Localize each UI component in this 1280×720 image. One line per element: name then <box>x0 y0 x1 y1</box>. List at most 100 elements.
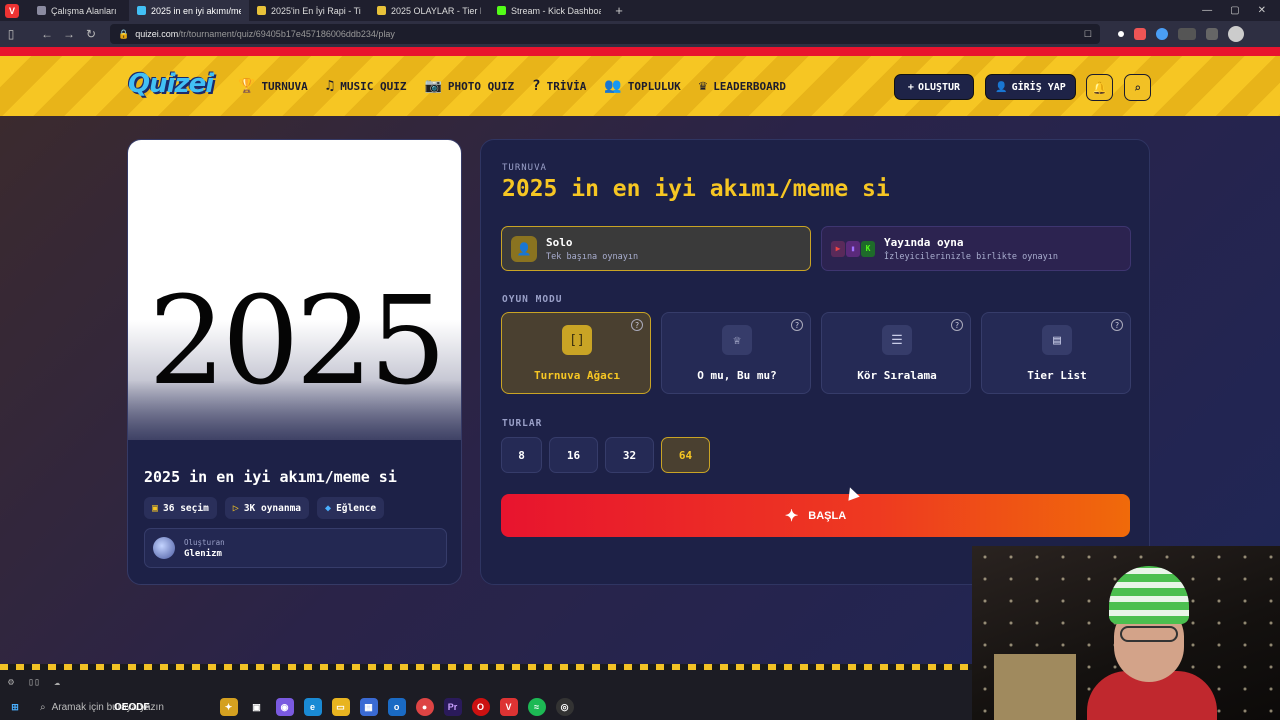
search-icon[interactable]: ⌕ <box>1124 74 1151 101</box>
panel-title: 2025 in en iyi akımı/meme si <box>502 176 890 202</box>
streamer-overlay-text: OEODF <box>114 701 150 713</box>
browser-statusbar: ⚙ ▯▯ ☁ <box>0 670 972 694</box>
nav-item-label: TURNUVA <box>261 79 308 93</box>
start-button[interactable]: ✦ BAŞLA <box>501 494 1130 537</box>
reload-icon[interactable]: ↻ <box>80 27 102 41</box>
opera-icon[interactable]: O <box>471 698 490 716</box>
chrome-icon[interactable]: ● <box>415 698 434 716</box>
windows-start-icon[interactable]: ⊞ <box>6 698 24 716</box>
create-button[interactable]: + OLUŞTUR <box>894 74 974 100</box>
back-icon[interactable]: ← <box>36 27 58 41</box>
browser-tab[interactable]: Stream - Kick Dashboard <box>489 0 609 21</box>
help-icon[interactable]: ? <box>631 319 643 331</box>
tab-label: 2025 in en iyi akımı/meme <box>151 5 241 16</box>
profile-avatar[interactable] <box>1228 26 1244 42</box>
outlook-icon[interactable]: o <box>387 698 406 716</box>
nav-item-photo-quiz[interactable]: 📷 PHOTO QUIZ <box>424 78 514 94</box>
help-icon[interactable]: ? <box>1111 319 1123 331</box>
game-mode-label: O mu, Bu mu? <box>697 369 777 382</box>
nav-item-tri̇vi̇a[interactable]: ? TRİVİA <box>532 78 586 94</box>
vivaldi-logo-icon[interactable]: V <box>5 3 19 18</box>
round-option[interactable]: 8 <box>501 437 542 473</box>
panel-icon[interactable]: ▯▯ <box>28 677 40 688</box>
game-mode-label: Turnuva Ağacı <box>533 369 621 382</box>
login-button[interactable]: 👤 GİRİŞ YAP <box>985 74 1076 100</box>
play-option-sub: İzleyicilerinizle birlikte oynayın <box>884 251 1058 262</box>
maximize-icon[interactable]: ▢ <box>1230 5 1239 16</box>
tab-label: 2025'in En İyi Rapi - Tier Li <box>271 5 361 16</box>
cloud-icon[interactable]: ☁ <box>54 677 60 688</box>
tab-label: 2025 OLAYLAR - Tier List | <box>391 5 481 16</box>
extension-icon[interactable] <box>1134 28 1146 40</box>
forward-icon[interactable]: → <box>58 27 80 41</box>
login-label: GİRİŞ YAP <box>1011 81 1066 93</box>
edge-icon[interactable]: e <box>303 698 322 716</box>
url-host: quizei.com <box>135 29 179 39</box>
close-icon[interactable]: ✕ <box>1258 5 1266 16</box>
extension-icon[interactable] <box>1156 28 1168 40</box>
crown-icon: ♕ <box>722 325 752 355</box>
extension-icon[interactable] <box>1206 28 1218 40</box>
browser-tab[interactable]: 2025'in En İyi Rapi - Tier Li <box>249 0 369 21</box>
vpn-icon[interactable] <box>1178 28 1196 40</box>
nav-item-label: MUSIC QUIZ <box>340 79 407 93</box>
creator-name: Glenizm <box>184 548 222 559</box>
premiere-icon[interactable]: Pr <box>443 698 462 716</box>
url-field[interactable]: 🔒 quizei.com/tr/tournament/quiz/69405b17… <box>110 24 1100 44</box>
nav-item-music-quiz[interactable]: ♫ MUSIC QUIZ <box>326 78 407 94</box>
stat-chip-label: Eğlence <box>336 502 377 514</box>
users-icon: 👥 <box>604 78 622 94</box>
spotify-icon[interactable]: ≈ <box>527 698 546 716</box>
game-mode-option[interactable]: ? ▤ Tier List <box>981 312 1131 394</box>
sidebar-toggle-icon[interactable]: ▯ <box>0 27 22 41</box>
copilot-app-icon[interactable]: ◉ <box>275 698 294 716</box>
extension-icon[interactable] <box>1118 31 1124 37</box>
play-option-solo[interactable]: 👤 Solo Tek başına oynayın <box>501 226 811 271</box>
browser-tab[interactable]: 2025 in en iyi akımı/meme <box>129 0 249 21</box>
game-mode-option[interactable]: ? [] Turnuva Ağacı <box>501 312 651 394</box>
start-label: BAŞLA <box>808 509 847 522</box>
game-mode-option[interactable]: ? ☰ Kör Sıralama <box>821 312 971 394</box>
notification-bell-icon[interactable]: 🔔 <box>1086 74 1113 101</box>
round-option[interactable]: 32 <box>605 437 654 473</box>
quiz-title: 2025 in en iyi akımı/meme si <box>144 468 397 486</box>
settings-icon[interactable]: ⚙ <box>8 677 14 688</box>
copilot-icon[interactable]: ✦ <box>219 698 238 716</box>
site-logo[interactable]: Quizei <box>128 69 214 99</box>
task-view-icon[interactable]: ▣ <box>248 698 266 716</box>
user-icon: 👤 <box>511 235 537 262</box>
round-option[interactable]: 64 <box>661 437 710 473</box>
question-icon: ? <box>532 78 541 94</box>
new-tab-button[interactable]: + <box>609 3 629 18</box>
os-taskbar: ⚙ ▯▯ ☁ ⊞ ⌕ Aramak için buraya yazın OEOD… <box>0 670 972 720</box>
obs-icon[interactable]: ◎ <box>555 698 574 716</box>
tab-favicon-icon <box>377 6 386 15</box>
help-icon[interactable]: ? <box>791 319 803 331</box>
play-option-name: Solo <box>546 235 573 249</box>
nav-item-topluluk[interactable]: 👥 TOPLULUK <box>604 78 680 94</box>
nav-item-label: TOPLULUK <box>627 79 681 93</box>
rounds-section-label: TURLAR <box>502 418 543 429</box>
game-mode-label: Kör Sıralama <box>857 369 937 382</box>
tab-label: Çalışma Alanları <box>51 5 117 16</box>
browser-tab[interactable]: 2025 OLAYLAR - Tier List | <box>369 0 489 21</box>
vivaldi-icon[interactable]: V <box>499 698 518 716</box>
play-option-stream[interactable]: ▶ ▮ K Yayında oyna İzleyicilerinizle bir… <box>821 226 1131 271</box>
help-icon[interactable]: ? <box>951 319 963 331</box>
game-mode-option[interactable]: ? ♕ O mu, Bu mu? <box>661 312 811 394</box>
tierlist-icon: ▤ <box>1042 325 1072 355</box>
round-option[interactable]: 16 <box>549 437 598 473</box>
minimize-icon[interactable]: — <box>1202 5 1212 16</box>
nav-item-leaderboard[interactable]: ♛ LEADERBOARD <box>699 78 786 94</box>
store-icon[interactable]: ▦ <box>359 698 378 716</box>
explorer-icon[interactable]: ▭ <box>331 698 350 716</box>
stat-chip-label: 36 seçim <box>163 502 209 514</box>
browser-tab[interactable]: Çalışma Alanları <box>29 0 129 21</box>
quiz-stats: ▣ 36 seçim ▷ 3K oynanma ◆ Eğlence <box>144 497 385 519</box>
quiz-card: 2025 2025 in en iyi akımı/meme si ▣ 36 se… <box>127 139 462 585</box>
game-mode-label: Tier List <box>1027 369 1087 382</box>
bookmark-icon[interactable]: ☐ <box>1084 29 1092 40</box>
tab-favicon-icon <box>37 6 46 15</box>
creator-box[interactable]: Oluşturan Glenizm <box>144 528 447 568</box>
nav-item-turnuva[interactable]: 🏆 TURNUVA <box>238 78 308 94</box>
